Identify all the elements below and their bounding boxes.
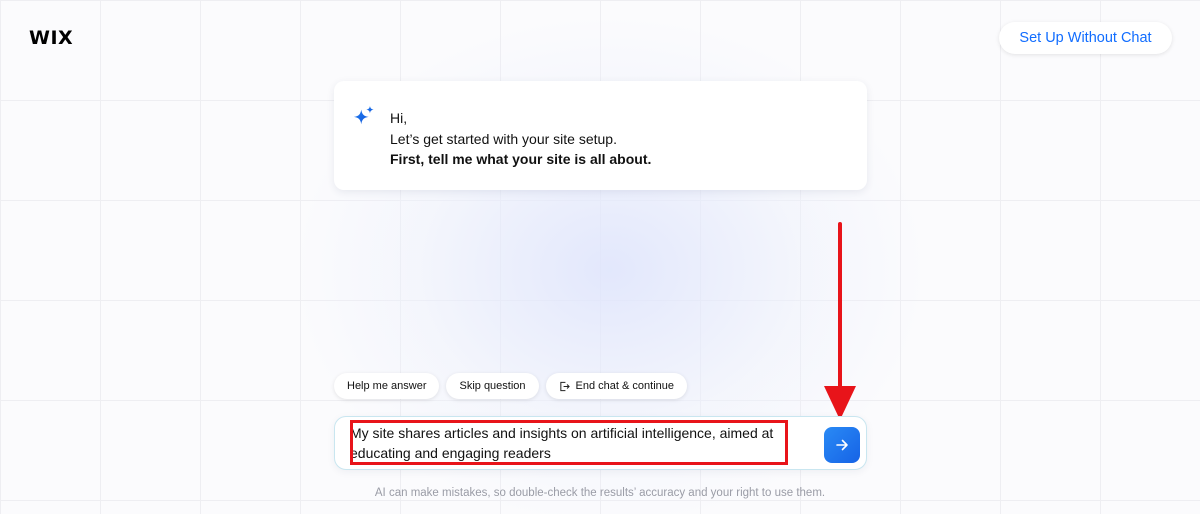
help-me-answer-label: Help me answer <box>347 380 427 392</box>
chat-input-box[interactable]: My site shares articles and insights on … <box>334 416 867 470</box>
end-chat-continue-label: End chat & continue <box>575 380 674 392</box>
annotation-arrow-icon <box>824 222 856 420</box>
set-up-without-chat-button[interactable]: Set Up Without Chat <box>999 22 1172 54</box>
help-me-answer-button[interactable]: Help me answer <box>334 373 440 399</box>
send-button[interactable] <box>824 427 860 463</box>
sparkle-icon <box>353 105 374 125</box>
message-greeting: Hi, <box>390 110 408 126</box>
message-intro: Let’s get started with your site setup. <box>390 130 617 147</box>
assistant-message-card: Hi, Let’s get started with your site set… <box>334 81 867 190</box>
suggestion-chips: Help me answer Skip question End chat & … <box>334 373 687 399</box>
skip-question-label: Skip question <box>459 380 526 392</box>
end-chat-continue-button[interactable]: End chat & continue <box>545 373 687 399</box>
ai-disclaimer: AI can make mistakes, so double-check th… <box>374 487 826 499</box>
exit-icon <box>559 381 570 391</box>
assistant-message-text: Hi, Let’s get started with your site set… <box>390 108 651 170</box>
wix-logo[interactable]: WIX <box>29 27 73 49</box>
arrow-right-icon <box>836 439 848 451</box>
message-question: First, tell me what your site is all abo… <box>390 151 652 167</box>
chat-input-field[interactable]: My site shares articles and insights on … <box>350 423 790 463</box>
skip-question-button[interactable]: Skip question <box>446 373 539 399</box>
